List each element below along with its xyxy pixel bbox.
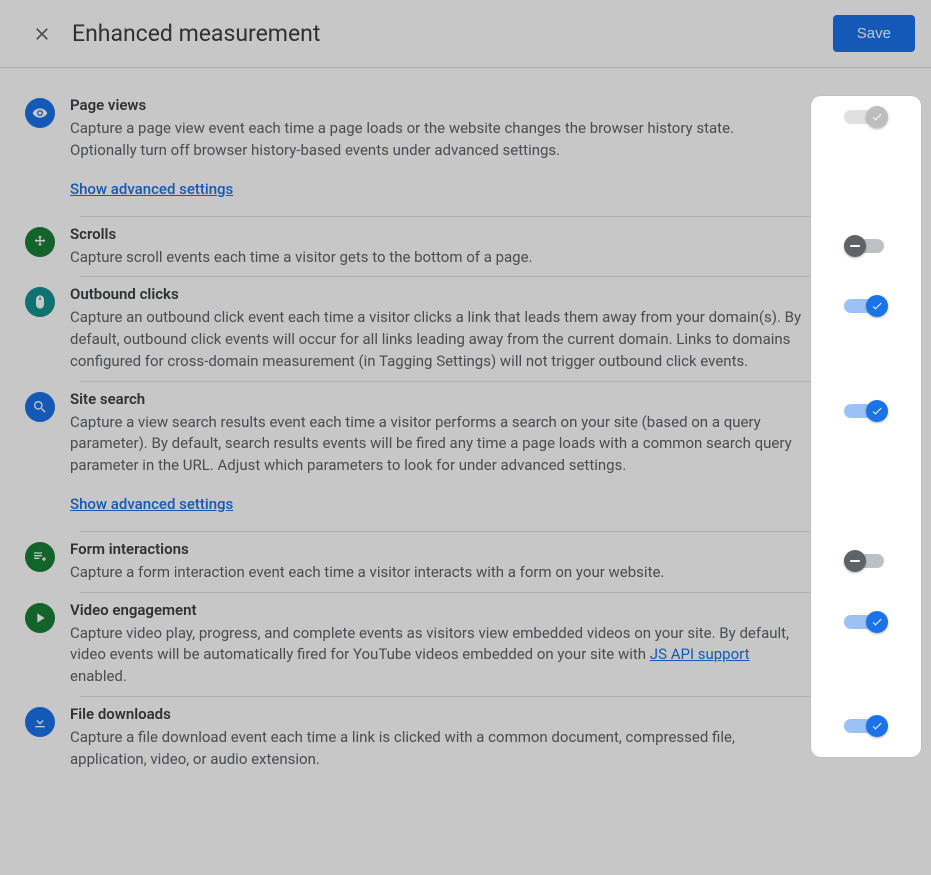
close-icon bbox=[32, 24, 52, 44]
show-advanced-link[interactable]: Show advanced settings bbox=[70, 495, 233, 513]
dialog-title: Enhanced measurement bbox=[72, 20, 833, 47]
check-icon bbox=[866, 611, 888, 633]
item-desc: Capture a file download event each time … bbox=[70, 727, 803, 771]
item-desc: Capture a form interaction event each ti… bbox=[70, 562, 803, 584]
toggle-file-downloads[interactable] bbox=[844, 715, 888, 737]
toggle-video-engagement[interactable] bbox=[844, 611, 888, 633]
item-desc: Capture scroll events each time a visito… bbox=[70, 247, 803, 269]
row-scrolls: Scrolls Capture scroll events each time … bbox=[10, 217, 921, 277]
row-outbound-clicks: Outbound clicks Capture an outbound clic… bbox=[10, 277, 921, 380]
item-title: Scrolls bbox=[70, 225, 803, 243]
play-icon bbox=[25, 603, 55, 633]
item-title: Form interactions bbox=[70, 540, 803, 558]
eye-icon bbox=[25, 98, 55, 128]
close-button[interactable] bbox=[22, 14, 62, 54]
item-desc: Capture an outbound click event each tim… bbox=[70, 307, 803, 372]
row-page-views: Page views Capture a page view event eac… bbox=[10, 88, 921, 216]
toggle-site-search[interactable] bbox=[844, 400, 888, 422]
check-icon bbox=[866, 715, 888, 737]
item-title: Video engagement bbox=[70, 601, 803, 619]
item-title: Site search bbox=[70, 390, 803, 408]
row-site-search: Site search Capture a view search result… bbox=[10, 382, 921, 531]
settings-list: Page views Capture a page view event eac… bbox=[0, 68, 931, 778]
row-form-interactions: Form interactions Capture a form interac… bbox=[10, 532, 921, 592]
check-icon bbox=[866, 295, 888, 317]
toggle-page-views bbox=[844, 106, 888, 128]
item-title: Page views bbox=[70, 96, 803, 114]
item-title: Outbound clicks bbox=[70, 285, 803, 303]
toggle-outbound-clicks[interactable] bbox=[844, 295, 888, 317]
dialog-header: Enhanced measurement Save bbox=[0, 0, 931, 68]
row-file-downloads: File downloads Capture a file download e… bbox=[10, 697, 921, 779]
toggle-scrolls[interactable] bbox=[844, 235, 888, 257]
row-video-engagement: Video engagement Capture video play, pro… bbox=[10, 593, 921, 696]
toggle-highlight-strip bbox=[811, 96, 921, 757]
check-icon bbox=[866, 400, 888, 422]
mouse-icon bbox=[25, 287, 55, 317]
save-button[interactable]: Save bbox=[833, 15, 915, 52]
form-icon bbox=[25, 542, 55, 572]
download-icon bbox=[25, 707, 55, 737]
item-desc: Capture a page view event each time a pa… bbox=[70, 118, 803, 162]
scroll-icon bbox=[25, 227, 55, 257]
js-api-support-link[interactable]: JS API support bbox=[650, 645, 750, 663]
item-title: File downloads bbox=[70, 705, 803, 723]
show-advanced-link[interactable]: Show advanced settings bbox=[70, 180, 233, 198]
search-icon bbox=[25, 392, 55, 422]
item-desc: Capture video play, progress, and comple… bbox=[70, 623, 803, 688]
item-desc: Capture a view search results event each… bbox=[70, 412, 803, 477]
check-icon bbox=[866, 106, 888, 128]
desc-text: enabled. bbox=[70, 667, 127, 685]
toggle-form-interactions[interactable] bbox=[844, 550, 888, 572]
